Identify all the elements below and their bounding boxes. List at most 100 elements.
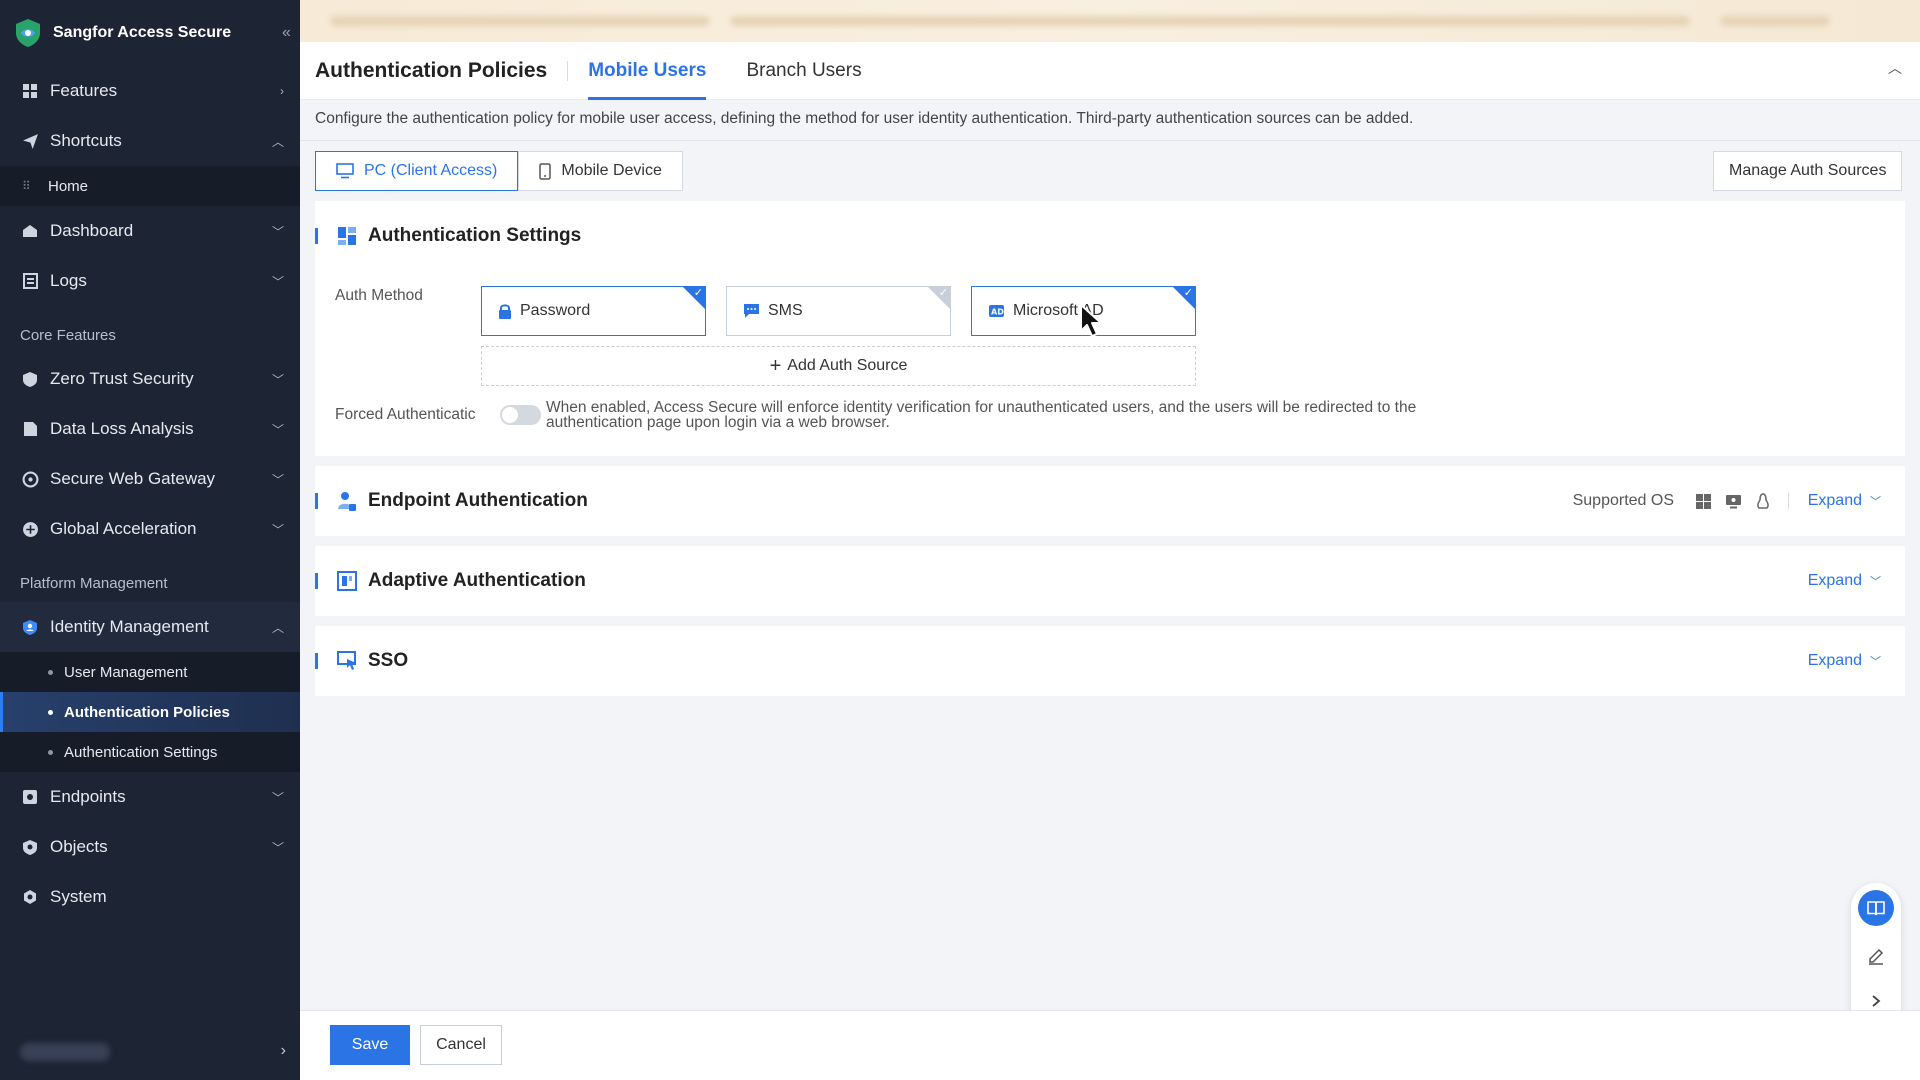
monitor-icon (336, 163, 354, 179)
identity-icon (20, 617, 40, 637)
chevron-down-icon: ﹀ (271, 790, 284, 805)
chevron-right-icon: › (280, 84, 284, 98)
banner-text-blurred (730, 16, 1690, 26)
sidebar-item-label: Authentication Settings (64, 743, 218, 761)
drag-handle-icon: ⠿ (22, 179, 31, 193)
tab-mobile-device[interactable]: Mobile Device (518, 151, 683, 191)
section-title: Endpoint Authentication (368, 490, 588, 511)
card-header: Authentication Settings (315, 201, 1905, 271)
sidebar-item-shortcuts[interactable]: Shortcuts ︿ (0, 116, 300, 166)
sidebar-item-user-management[interactable]: User Management (0, 652, 300, 692)
section-title: SSO (368, 650, 409, 671)
page-description: Configure the authentication policy for … (315, 110, 1414, 127)
adaptive-icon (336, 570, 358, 592)
floating-toolbar (1851, 883, 1901, 1031)
sidebar-item-dashboard[interactable]: Dashboard ﹀ (0, 206, 300, 256)
sidebar-item-home[interactable]: ⠿ Home (0, 166, 300, 206)
book-icon[interactable] (1858, 890, 1894, 926)
sidebar-item-label: Shortcuts (50, 131, 122, 150)
brand: Sangfor Access Secure (0, 0, 300, 66)
supported-os: Supported OS (1573, 466, 1789, 536)
sangfor-logo-icon (16, 19, 40, 47)
double-chevron-left-icon[interactable]: « (282, 24, 291, 42)
form-footer (300, 1010, 1920, 1080)
manage-auth-sources-button[interactable]: Manage Auth Sources (1713, 151, 1903, 191)
tab-branch-users[interactable]: Branch Users (746, 42, 861, 100)
sidebar-item-secure-web-gateway[interactable]: Secure Web Gateway ﹀ (0, 454, 300, 504)
save-button[interactable]: Save (330, 1025, 410, 1065)
endpoint-icon (20, 787, 40, 807)
expand-adaptive-authentication[interactable]: Expand ﹀ (1808, 546, 1881, 616)
check-icon: ✓ (1183, 287, 1193, 299)
bullet (48, 669, 53, 675)
settings-grid-icon (336, 225, 358, 247)
sidebar-item-logs[interactable]: Logs ﹀ (0, 256, 300, 306)
acceleration-icon (20, 519, 40, 539)
sidebar-item-authentication-settings[interactable]: Authentication Settings (0, 732, 300, 772)
cancel-button[interactable]: Cancel (420, 1025, 502, 1065)
divider (300, 140, 1920, 141)
brand-name: Sangfor Access Secure (53, 24, 232, 41)
section-accent (315, 493, 318, 509)
toggle-knob (502, 407, 518, 423)
sidebar-item-label: Identity Management (50, 617, 209, 636)
forced-authentication-toggle[interactable] (500, 405, 541, 425)
ad-icon: AD (988, 304, 1005, 318)
chevron-down-icon: ﹀ (271, 224, 284, 239)
sidebar-item-label: System (50, 887, 107, 906)
chevron-down-icon: ﹀ (1870, 496, 1881, 508)
sso-icon (336, 650, 358, 672)
forced-authentication-label: Forced Authenticatic (335, 406, 476, 423)
chevron-up-icon[interactable]: ︿ (1888, 58, 1902, 78)
lock-icon (498, 303, 512, 320)
sidebar-item-objects[interactable]: Objects ﹀ (0, 822, 300, 872)
message-icon (743, 303, 760, 319)
sidebar-item-global-acceleration[interactable]: Global Acceleration ﹀ (0, 504, 300, 554)
sidebar-item-endpoints[interactable]: Endpoints ﹀ (0, 772, 300, 822)
chevron-down-icon: ﹀ (271, 274, 284, 289)
expand-endpoint-authentication[interactable]: Expand ﹀ (1808, 466, 1881, 536)
expand-sso[interactable]: Expand ﹀ (1808, 626, 1881, 696)
sidebar-item-label: User Management (64, 663, 188, 681)
mouse-cursor-icon (1080, 304, 1102, 337)
sidebar-item-system[interactable]: System (0, 872, 300, 922)
gateway-icon (20, 469, 40, 489)
grid-icon (20, 81, 40, 101)
chevron-down-icon: ﹀ (1870, 656, 1881, 668)
section-title: Adaptive Authentication (368, 570, 586, 591)
check-icon: ✓ (693, 287, 703, 299)
sidebar-item-label: Home (48, 177, 89, 195)
page-header: Authentication Policies Mobile Users Bra… (300, 42, 1920, 100)
sidebar-item-identity-management[interactable]: Identity Management ︿ (0, 602, 300, 652)
supported-os-label: Supported OS (1572, 492, 1674, 509)
sidebar-item-label: Global Acceleration (50, 519, 197, 538)
section-accent (315, 573, 318, 589)
card-header: Endpoint Authentication Supported OS Exp… (315, 466, 1905, 536)
sidebar-item-label: Features (50, 81, 118, 100)
linux-icon (1756, 492, 1770, 510)
user-lock-icon (336, 490, 358, 512)
sidebar-item-authentication-policies[interactable]: Authentication Policies (0, 692, 300, 732)
tab-mobile-users[interactable]: Mobile Users (588, 42, 707, 100)
edit-icon[interactable] (1858, 938, 1894, 974)
chevron-right-icon[interactable]: › (281, 1042, 286, 1060)
sidebar-item-data-loss-analysis[interactable]: Data Loss Analysis ﹀ (0, 404, 300, 454)
method-label: Password (520, 302, 591, 319)
method-label: SMS (768, 302, 803, 319)
nav-group-platform-management: Platform Management (20, 575, 168, 592)
chevron-down-icon: ﹀ (271, 372, 284, 387)
tab-label: PC (Client Access) (364, 162, 498, 179)
auth-method-password[interactable]: Password ✓ (481, 286, 706, 336)
chevron-down-icon: ﹀ (1870, 576, 1881, 588)
expand-label: Expand (1807, 572, 1862, 589)
auth-method-sms[interactable]: SMS ✓ (726, 286, 951, 336)
windows-icon (1696, 493, 1711, 509)
bullet (48, 749, 53, 755)
sidebar-item-label: Zero Trust Security (50, 369, 194, 388)
sidebar-footer[interactable]: › (0, 1024, 300, 1080)
sidebar-item-features[interactable]: Features › (0, 66, 300, 116)
add-auth-source-button[interactable]: + Add Auth Source (481, 346, 1196, 386)
sidebar-item-zero-trust-security[interactable]: Zero Trust Security ﹀ (0, 354, 300, 404)
sidebar-item-label: Logs (50, 271, 87, 290)
tab-pc-client-access[interactable]: PC (Client Access) (315, 151, 519, 191)
